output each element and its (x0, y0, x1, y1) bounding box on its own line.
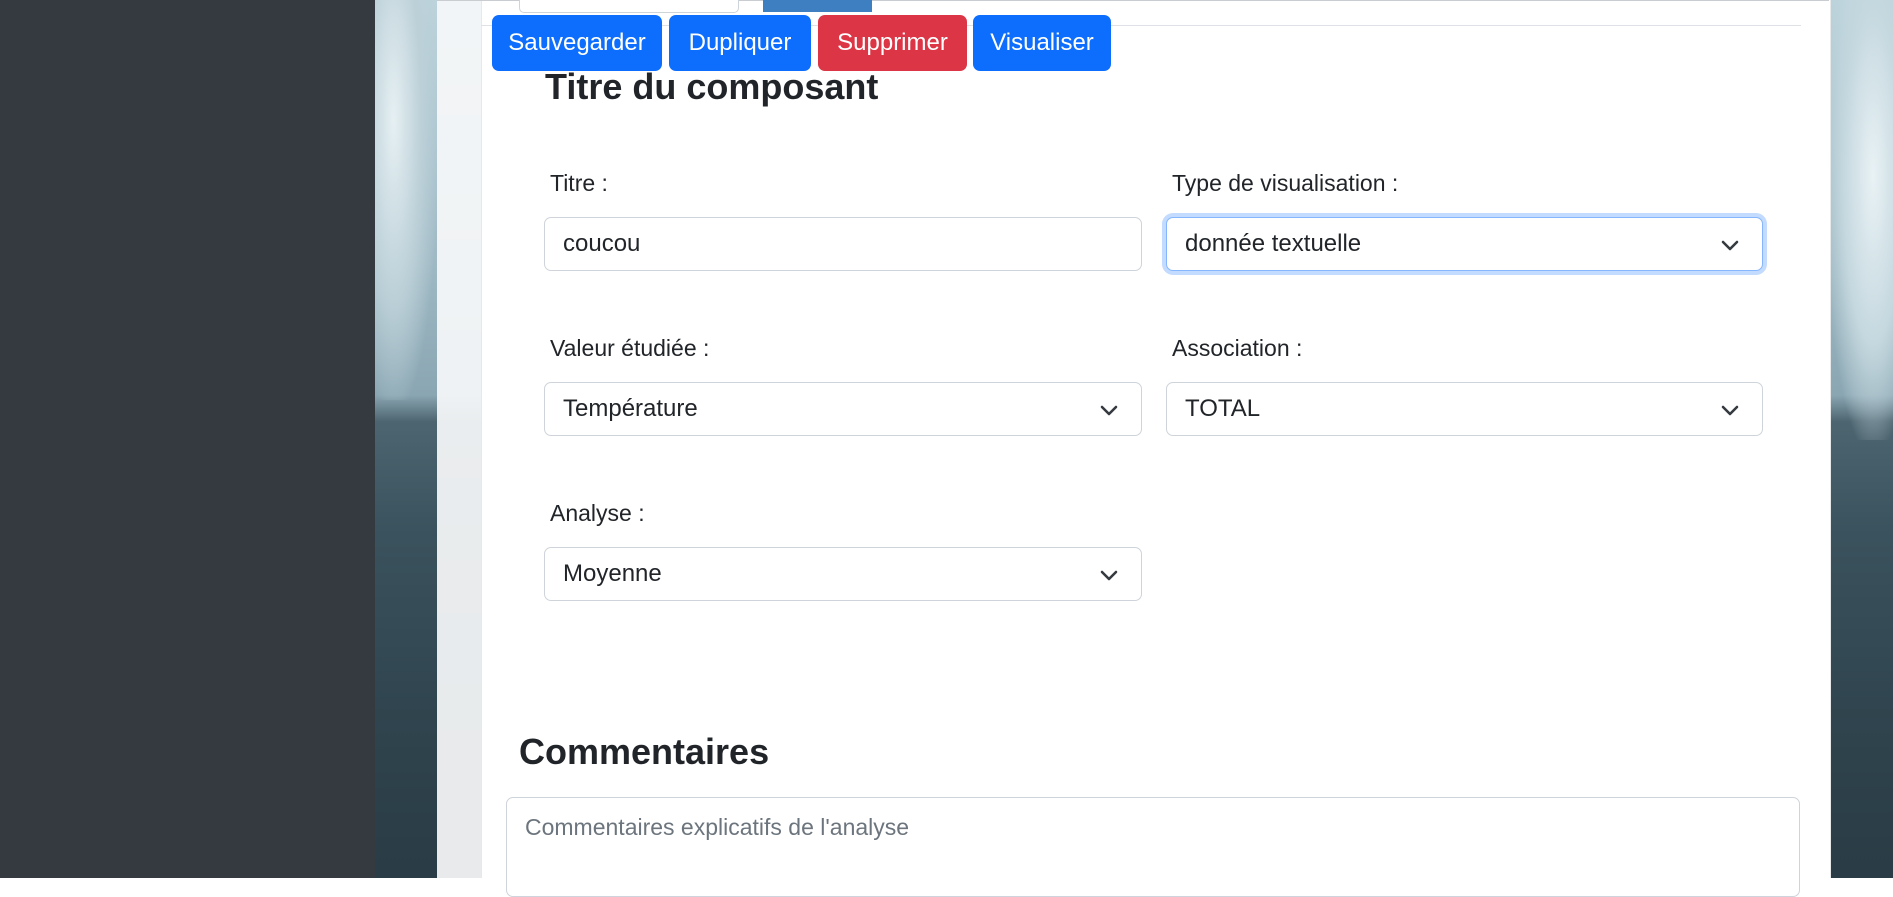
sidebar (0, 0, 375, 878)
save-button[interactable]: Sauvegarder (492, 15, 662, 71)
analysis-value: Moyenne (563, 560, 662, 587)
comments-placeholder: Commentaires explicatifs de l'analyse (525, 814, 910, 840)
analysis-label: Analyse : (550, 500, 645, 526)
visualization-type-value: donnée textuelle (1185, 230, 1362, 257)
association-value: TOTAL (1185, 395, 1261, 422)
visualization-type-label: Type de visualisation : (1172, 170, 1399, 196)
visualization-type-select[interactable]: donnée textuelle (1166, 217, 1763, 271)
header-tab-fragment[interactable] (763, 0, 872, 12)
duplicate-button[interactable]: Dupliquer (669, 15, 811, 71)
iceberg-left (375, 0, 437, 400)
component-section-title: Titre du composant (545, 66, 879, 107)
title-input-value: coucou (563, 230, 641, 257)
association-label: Association : (1172, 335, 1303, 361)
chevron-down-icon (1721, 240, 1739, 251)
association-select[interactable]: TOTAL (1166, 382, 1763, 436)
preview-button[interactable]: Visualiser (973, 15, 1111, 71)
studied-value-select[interactable]: Température (544, 382, 1142, 436)
header-input-fragment[interactable] (519, 0, 739, 13)
studied-value-label: Valeur étudiée : (550, 335, 710, 361)
comments-section-title: Commentaires (519, 731, 770, 772)
analysis-select[interactable]: Moyenne (544, 547, 1142, 601)
iceberg-right (1827, 0, 1893, 440)
chevron-down-icon (1100, 570, 1118, 581)
delete-button[interactable]: Supprimer (818, 15, 967, 71)
chevron-down-icon (1100, 405, 1118, 416)
title-input[interactable]: coucou (544, 217, 1142, 271)
title-label: Titre : (550, 170, 608, 196)
comments-textarea[interactable]: Commentaires explicatifs de l'analyse (506, 797, 1800, 897)
chevron-down-icon (1721, 405, 1739, 416)
studied-value-value: Température (563, 395, 698, 422)
